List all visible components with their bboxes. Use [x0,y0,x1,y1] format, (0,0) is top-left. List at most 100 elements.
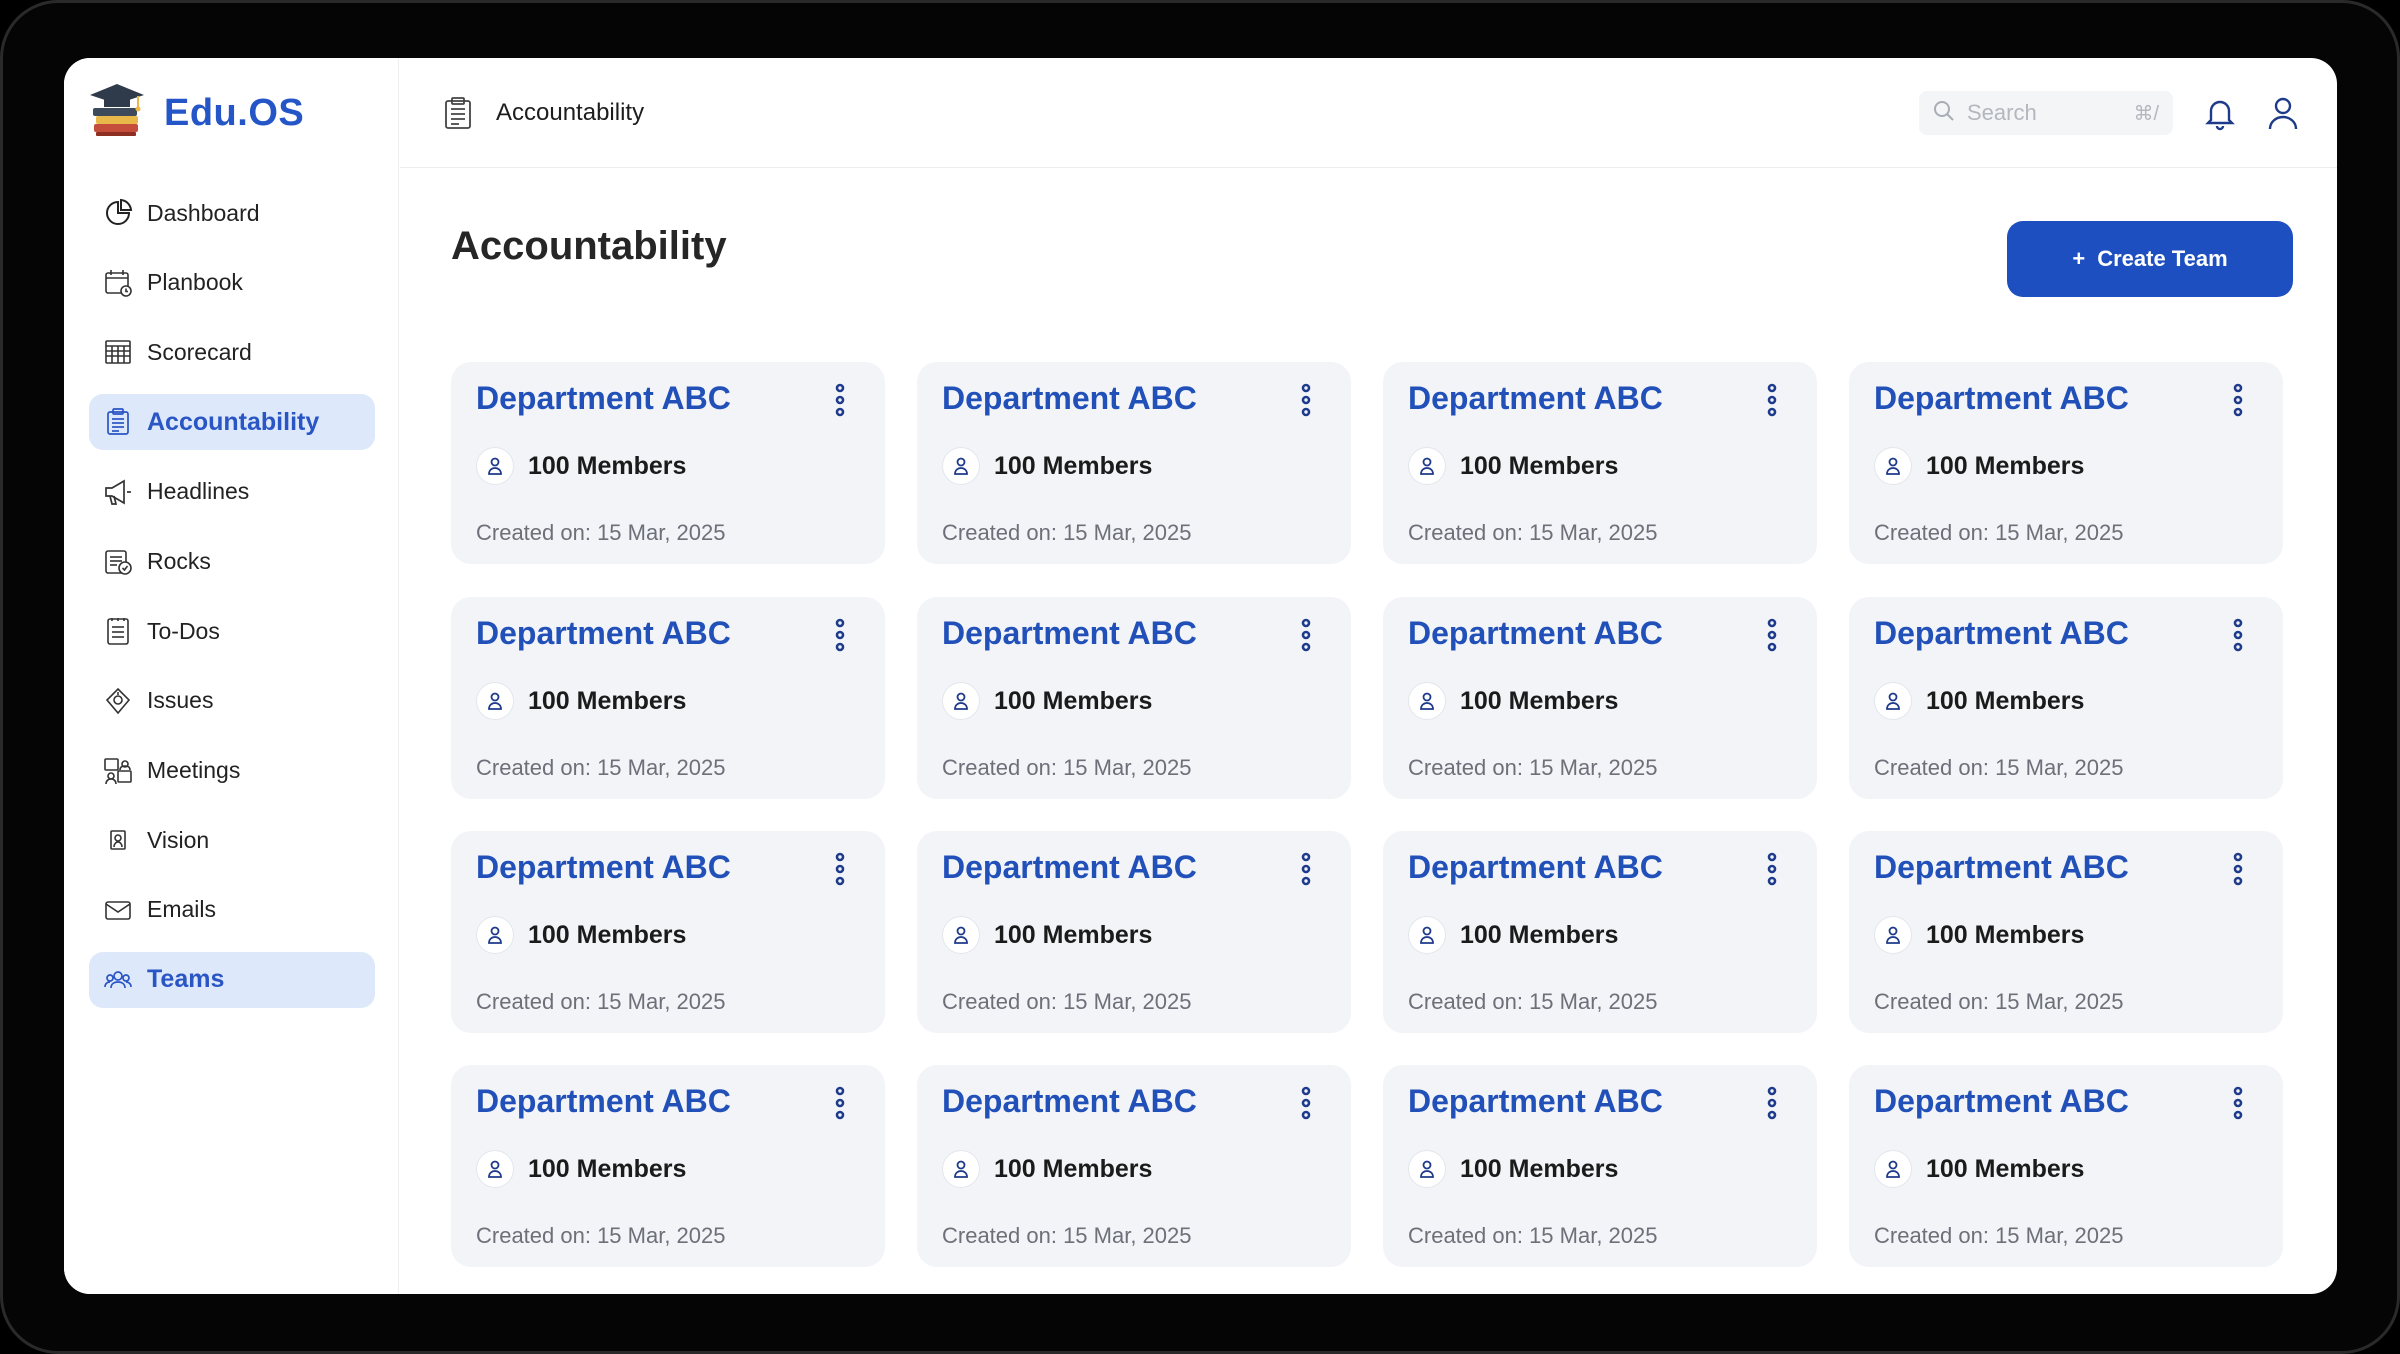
team-card-title[interactable]: Department ABC [1874,849,2129,886]
team-card-title[interactable]: Department ABC [942,380,1197,417]
user-icon[interactable] [2264,94,2302,132]
team-card-title[interactable]: Department ABC [942,615,1197,652]
team-card-title[interactable]: Department ABC [476,380,731,417]
team-card-title[interactable]: Department ABC [942,849,1197,886]
sidebar-nav: Dashboard Planbook Scorecard Accountabil… [89,185,375,1021]
clipboard-icon [440,95,476,131]
more-options-icon[interactable] [2230,382,2246,418]
sidebar-item-dashboard[interactable]: Dashboard [89,185,375,241]
search-input[interactable] [1967,100,2117,126]
team-card[interactable]: Department ABC 100 Members Created on: 15 … [1383,362,1817,564]
more-options-icon[interactable] [1764,1085,1780,1121]
team-card[interactable]: Department ABC 100 Members Created on: 15 … [917,597,1351,799]
team-members: 100 Members [942,1150,1152,1188]
bell-icon[interactable] [2201,94,2239,132]
team-card[interactable]: Department ABC 100 Members Created on: 15 … [1383,1065,1817,1267]
team-card-title[interactable]: Department ABC [1408,380,1663,417]
team-card[interactable]: Department ABC 100 Members Created on: 15 … [917,1065,1351,1267]
team-card[interactable]: Department ABC 100 Members Created on: 15 … [917,362,1351,564]
sidebar-item-label: To-Dos [147,617,220,644]
created-date: Created on: 15 Mar, 2025 [1874,520,2124,545]
team-members: 100 Members [1408,916,1618,954]
team-card[interactable]: Department ABC 100 Members Created on: 15 … [451,1065,885,1267]
more-options-icon[interactable] [832,1085,848,1121]
search-shortcut: ⌘/ [2133,102,2159,125]
member-count: 100 Members [528,1154,687,1183]
sidebar-item-label: Headlines [147,478,250,505]
megaphone-icon [101,475,135,509]
member-count: 100 Members [994,686,1153,715]
member-count: 100 Members [1926,451,2085,480]
scorecard-icon [101,335,135,369]
sidebar-item-issues[interactable]: Issues [89,673,375,729]
team-card[interactable]: Department ABC 100 Members Created on: 15 … [917,831,1351,1033]
team-card[interactable]: Department ABC 100 Members Created on: 15 … [1383,597,1817,799]
team-members: 100 Members [476,1150,686,1188]
team-card[interactable]: Department ABC 100 Members Created on: 15 … [451,362,885,564]
created-date: Created on: 15 Mar, 2025 [942,1223,1192,1248]
vision-icon [101,823,135,857]
team-card[interactable]: Department ABC 100 Members Created on: 15 … [1849,1065,2283,1267]
more-options-icon[interactable] [1764,617,1780,653]
sidebar-item-label: Issues [147,687,214,714]
person-icon [1408,682,1446,720]
team-card-title[interactable]: Department ABC [476,849,731,886]
member-count: 100 Members [994,920,1153,949]
more-options-icon[interactable] [832,851,848,887]
team-card[interactable]: Department ABC 100 Members Created on: 15 … [451,831,885,1033]
team-card[interactable]: Department ABC 100 Members Created on: 15 … [1383,831,1817,1033]
team-icon [101,963,135,997]
more-options-icon[interactable] [832,382,848,418]
team-card[interactable]: Department ABC 100 Members Created on: 15 … [1849,597,2283,799]
more-options-icon[interactable] [1764,382,1780,418]
team-members: 100 Members [1408,1150,1618,1188]
more-options-icon[interactable] [2230,617,2246,653]
team-members: 100 Members [942,916,1152,954]
team-members: 100 Members [476,916,686,954]
team-card-title[interactable]: Department ABC [942,1083,1197,1120]
sidebar-item-scorecard[interactable]: Scorecard [89,324,375,380]
team-card-title[interactable]: Department ABC [1408,849,1663,886]
sidebar-item-rocks[interactable]: Rocks [89,533,375,589]
team-card-title[interactable]: Department ABC [476,615,731,652]
team-card[interactable]: Department ABC 100 Members Created on: 15 … [1849,831,2283,1033]
sidebar-item-emails[interactable]: Emails [89,882,375,938]
team-members: 100 Members [1408,447,1618,485]
checklist-icon [101,614,135,648]
created-date: Created on: 15 Mar, 2025 [476,755,726,780]
team-card-title[interactable]: Department ABC [1874,380,2129,417]
team-card[interactable]: Department ABC 100 Members Created on: 15 … [451,597,885,799]
team-card-title[interactable]: Department ABC [1408,1083,1663,1120]
created-date: Created on: 15 Mar, 2025 [476,1223,726,1248]
team-card-title[interactable]: Department ABC [1874,1083,2129,1120]
sidebar-item-planbook[interactable]: Planbook [89,255,375,311]
more-options-icon[interactable] [1298,1085,1314,1121]
more-options-icon[interactable] [2230,851,2246,887]
team-card-title[interactable]: Department ABC [1408,615,1663,652]
sidebar-item-teams[interactable]: Teams [89,951,375,1008]
more-options-icon[interactable] [1298,617,1314,653]
sidebar-item-meetings[interactable]: Meetings [89,743,375,799]
team-card[interactable]: Department ABC 100 Members Created on: 15 … [1849,362,2283,564]
more-options-icon[interactable] [1764,851,1780,887]
sidebar-item-todos[interactable]: To-Dos [89,603,375,659]
sidebar-item-headlines[interactable]: Headlines [89,464,375,520]
breadcrumb: Accountability [496,98,645,126]
sidebar-item-vision[interactable]: Vision [89,812,375,868]
member-count: 100 Members [994,1154,1153,1183]
member-count: 100 Members [1460,920,1619,949]
search-box[interactable]: ⌘/ [1919,91,2173,135]
more-options-icon[interactable] [1298,851,1314,887]
more-options-icon[interactable] [2230,1085,2246,1121]
more-options-icon[interactable] [832,617,848,653]
team-card-title[interactable]: Department ABC [1874,615,2129,652]
create-team-button[interactable]: + Create Team [2007,221,2293,297]
person-icon [942,1150,980,1188]
person-icon [476,916,514,954]
sidebar-item-accountability[interactable]: Accountability [89,394,375,451]
member-count: 100 Members [528,451,687,480]
more-options-icon[interactable] [1298,382,1314,418]
team-card-title[interactable]: Department ABC [476,1083,731,1120]
logo[interactable]: Edu.OS [86,82,304,144]
person-icon [1874,916,1912,954]
